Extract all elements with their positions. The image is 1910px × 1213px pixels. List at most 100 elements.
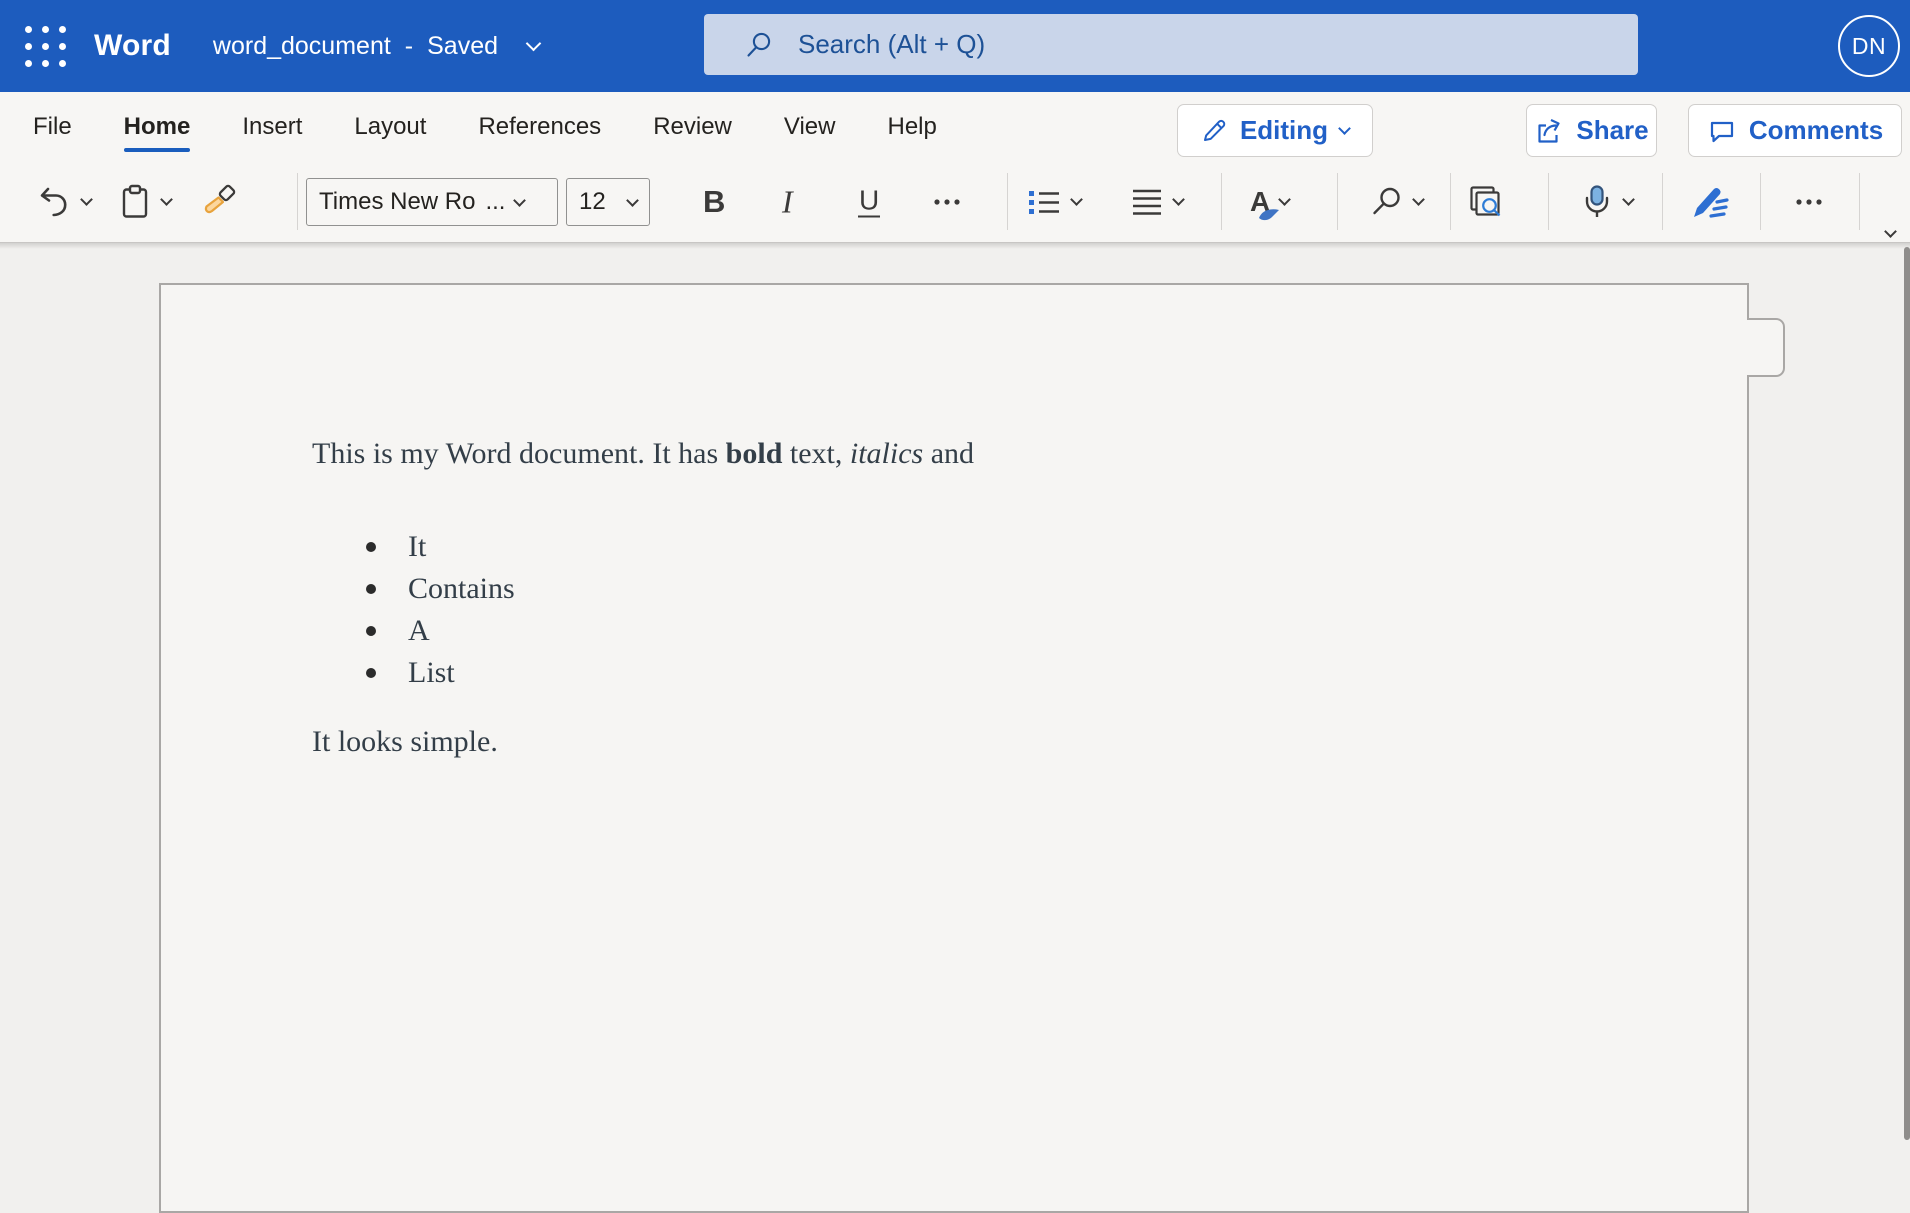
italic-text: italics <box>849 437 924 470</box>
font-size-value: 12 <box>579 188 606 215</box>
more-commands-button[interactable] <box>1792 185 1826 219</box>
format-painter-button[interactable] <box>200 184 238 220</box>
clipboard-icon <box>122 184 148 218</box>
underline-button[interactable]: U <box>858 184 881 217</box>
document-canvas: This is my Word document. It has bold te… <box>0 243 1910 1213</box>
document-title[interactable]: word_document - Saved <box>212 31 542 61</box>
font-size-chevron-down-icon <box>626 193 639 207</box>
comments-button[interactable]: Comments <box>1688 104 1902 157</box>
app-launcher-icon[interactable] <box>22 24 68 68</box>
toolbar-divider <box>1337 173 1338 230</box>
styles-chevron-down-icon <box>1278 193 1292 206</box>
title-chevron-down-icon[interactable] <box>525 35 542 52</box>
document-name: word_document <box>212 31 391 60</box>
toolbar-divider <box>1859 173 1860 230</box>
undo-button[interactable] <box>36 184 93 220</box>
paste-chevron-down-icon <box>160 193 173 206</box>
document-page[interactable]: This is my Word document. It has bold te… <box>159 283 1749 1213</box>
alignment-button[interactable] <box>1130 185 1185 219</box>
menu-bar: File Home Insert Layout References Revie… <box>0 92 1910 161</box>
toolbar-divider <box>1662 173 1663 230</box>
ribbon-toolbar: Times New Ro ... 12 B I U A <box>0 161 1910 243</box>
dictate-chevron-down-icon <box>1622 193 1635 206</box>
page-side-tab[interactable] <box>1747 318 1785 377</box>
styles-button[interactable]: A <box>1250 186 1292 220</box>
alignment-chevron-down-icon <box>1172 193 1185 206</box>
vertical-scrollbar-thumb[interactable] <box>1904 247 1910 1140</box>
more-formatting-button[interactable] <box>930 185 964 219</box>
bullet-list-icon <box>1029 190 1059 214</box>
avatar-initials: DN <box>1851 32 1887 59</box>
editing-mode-button[interactable]: Editing <box>1177 104 1373 157</box>
undo-chevron-down-icon <box>80 193 93 206</box>
page-find-button[interactable] <box>1468 184 1504 220</box>
collapse-ribbon-chevron-icon[interactable] <box>1884 225 1897 238</box>
bullet-list-chevron-down-icon <box>1070 193 1083 206</box>
search-input[interactable] <box>798 29 1638 60</box>
title-separator: - <box>404 31 414 60</box>
paragraph: This is my Word document. It has bold te… <box>312 437 975 470</box>
font-size-combobox[interactable]: 12 <box>566 178 650 226</box>
avatar[interactable]: DN <box>1838 15 1900 77</box>
menu-item-view[interactable]: View <box>784 92 836 161</box>
search-icon <box>747 32 771 57</box>
font-name-value: Times New Ro <box>319 188 476 215</box>
list-item: Contains <box>312 568 1667 610</box>
menu-item-insert[interactable]: Insert <box>242 92 302 161</box>
bullet-list-button[interactable] <box>1026 185 1083 219</box>
app-name: Word <box>94 29 171 62</box>
ellipsis-icon <box>934 198 960 205</box>
editing-chevron-down-icon <box>1338 122 1351 135</box>
dictate-microphone-icon <box>1585 184 1609 217</box>
comments-label: Comments <box>1748 115 1884 145</box>
share-icon <box>1538 118 1560 143</box>
font-name-chevron-down-icon <box>513 193 527 207</box>
editor-pen-icon <box>1694 187 1729 218</box>
pencil-icon <box>1203 119 1226 141</box>
toolbar-divider <box>1221 173 1222 230</box>
comments-icon <box>1710 121 1733 142</box>
menu-item-help[interactable]: Help <box>887 92 936 161</box>
find-button[interactable] <box>1370 185 1425 219</box>
alignment-icon <box>1133 189 1161 215</box>
find-icon <box>1373 187 1400 214</box>
dictate-button[interactable] <box>1580 184 1635 220</box>
bold-icon: B <box>703 183 726 219</box>
toolbar-divider <box>1760 173 1761 230</box>
menu-item-review[interactable]: Review <box>653 92 732 161</box>
undo-icon <box>40 187 67 216</box>
list-item: A <box>312 610 1667 652</box>
font-name-combobox[interactable]: Times New Ro ... <box>306 178 558 226</box>
menu-item-file[interactable]: File <box>33 92 72 161</box>
ellipsis-icon <box>1796 198 1822 205</box>
styles-icon: A <box>1250 186 1279 220</box>
menu-item-layout[interactable]: Layout <box>354 92 426 161</box>
word-online-window: Word word_document - Saved DN File Home … <box>0 0 1910 1213</box>
share-button[interactable]: Share <box>1526 104 1657 157</box>
italic-button[interactable]: I <box>782 183 793 220</box>
editor-button[interactable] <box>1692 185 1730 219</box>
format-painter-icon <box>204 184 236 213</box>
toolbar-divider <box>1007 173 1008 230</box>
toolbar-divider <box>1450 173 1451 230</box>
toolbar-divider <box>297 173 298 230</box>
bold-button[interactable]: B <box>703 184 725 220</box>
save-status: Saved <box>427 31 499 60</box>
styles-brush-icon <box>1259 208 1279 220</box>
editing-label: Editing <box>1239 115 1329 145</box>
paragraph: It looks simple. <box>312 725 498 758</box>
paste-button[interactable] <box>118 184 173 220</box>
document-content[interactable]: This is my Word document. It has bold te… <box>161 285 1747 760</box>
menu-item-references[interactable]: References <box>478 92 601 161</box>
list-item: It <box>312 526 1667 568</box>
bold-text: bold <box>725 437 783 470</box>
find-chevron-down-icon <box>1412 193 1425 206</box>
share-label: Share <box>1576 115 1649 145</box>
menu-item-home[interactable]: Home <box>123 92 190 161</box>
list-item: List <box>312 652 1667 694</box>
underline-icon: U <box>858 184 881 217</box>
toolbar-divider <box>1548 173 1549 230</box>
page-find-icon <box>1470 185 1501 216</box>
italic-icon: I <box>782 183 793 219</box>
search-bar[interactable] <box>704 14 1638 75</box>
